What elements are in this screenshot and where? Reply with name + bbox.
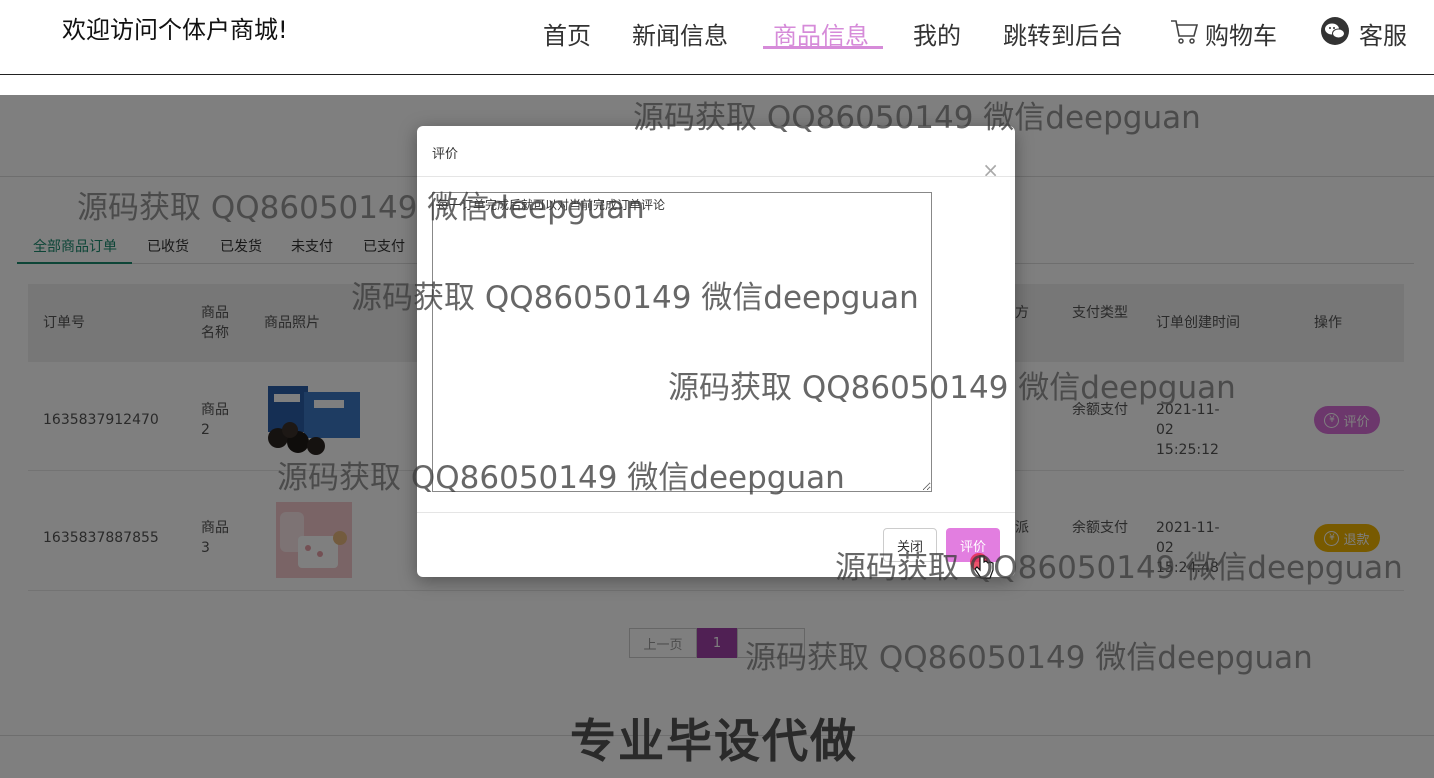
review-textarea[interactable]: 每一订单完成后就可以对当前完成订单评论	[432, 192, 932, 492]
modal-title: 评价	[432, 147, 459, 162]
wechat-icon[interactable]	[1320, 16, 1350, 46]
active-nav-underline	[763, 46, 883, 49]
nav-home[interactable]: 首页	[543, 16, 591, 51]
pointer-cursor-icon	[970, 553, 994, 579]
close-icon[interactable]: ×	[982, 160, 999, 180]
modal-footer-divider	[417, 512, 1015, 513]
nav-service[interactable]: 客服	[1359, 16, 1407, 51]
modal-header-divider	[417, 176, 1015, 177]
nav-cart[interactable]: 购物车	[1205, 16, 1277, 51]
review-modal: 评价 × 每一订单完成后就可以对当前完成订单评论 关闭 评价	[417, 126, 1015, 577]
nav-news[interactable]: 新闻信息	[632, 16, 728, 51]
nav-mine[interactable]: 我的	[913, 16, 961, 51]
banner-text: 专业毕设代做	[570, 714, 858, 768]
site-header: 欢迎访问个体户商城! 首页 新闻信息 商品信息 我的 跳转到后台 购物车 客服	[0, 0, 1434, 75]
welcome-text: 欢迎访问个体户商城!	[62, 16, 288, 44]
nav-backend[interactable]: 跳转到后台	[1003, 16, 1123, 51]
cart-icon[interactable]	[1169, 16, 1199, 46]
close-button[interactable]: 关闭	[883, 528, 937, 562]
